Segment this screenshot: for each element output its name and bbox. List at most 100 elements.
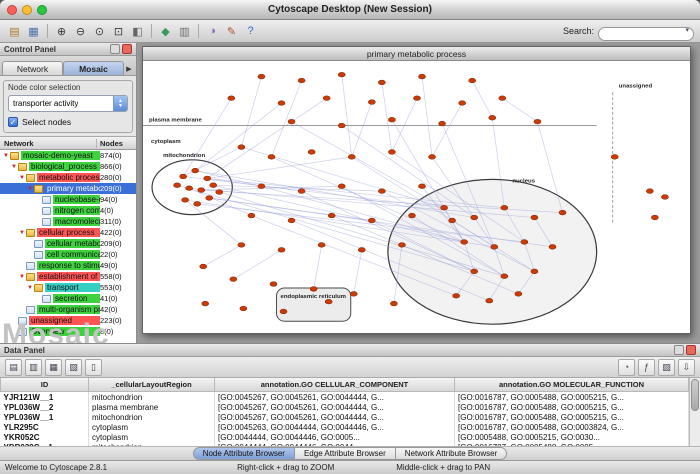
unselect-attributes-icon[interactable]: ▥ (25, 359, 42, 376)
graph-edge[interactable] (271, 81, 301, 157)
zoom-fit-icon[interactable]: ⊡ (110, 23, 127, 40)
graph-edge[interactable] (502, 98, 537, 121)
graph-node[interactable] (240, 306, 247, 311)
graph-node[interactable] (248, 213, 255, 218)
float-panel-icon[interactable] (110, 44, 120, 54)
expander-open-icon[interactable]: ▼ (10, 164, 18, 170)
tab-edge-attribute-browser[interactable]: Edge Attribute Browser (295, 447, 396, 460)
graph-node[interactable] (338, 123, 345, 128)
save-session-icon[interactable]: ▦ (25, 23, 42, 40)
graph-node[interactable] (534, 119, 541, 124)
graph-node[interactable] (280, 309, 287, 314)
graph-node[interactable] (398, 243, 405, 248)
import-network-icon[interactable]: ▥ (176, 23, 193, 40)
network-view-window[interactable]: primary metabolic process plasma membran… (142, 46, 691, 334)
graph-node[interactable] (230, 277, 237, 282)
graph-edge[interactable] (342, 75, 352, 157)
table-column-header[interactable]: ID (1, 378, 89, 392)
graph-node[interactable] (298, 78, 305, 83)
table-scrollbar[interactable] (689, 378, 700, 446)
graph-node[interactable] (200, 264, 207, 269)
graph-node[interactable] (278, 101, 285, 106)
graph-node[interactable] (489, 115, 496, 120)
graph-node[interactable] (186, 186, 193, 191)
graph-edge[interactable] (314, 245, 322, 289)
graph-edge[interactable] (472, 81, 492, 118)
tree-row[interactable]: macromolecule ...311(0) (0, 216, 136, 227)
graph-node[interactable] (308, 150, 315, 155)
table-row[interactable]: YKR052Ccytoplasm[GO:0044444, GO:0044446,… (1, 432, 689, 442)
graph-edge[interactable] (422, 77, 432, 157)
graph-node[interactable] (419, 184, 426, 189)
graph-node[interactable] (646, 189, 653, 194)
trash-icon[interactable]: ▯ (85, 359, 102, 376)
tab-mosaic[interactable]: Mosaic (63, 61, 124, 75)
table-column-header[interactable]: annotation.GO CELLULAR_COMPONENT (215, 378, 455, 392)
graph-node[interactable] (228, 96, 235, 101)
tree-row[interactable]: nitrogen compou...4(0) (0, 205, 136, 216)
graph-node[interactable] (328, 213, 335, 218)
expander-open-icon[interactable]: ▼ (26, 285, 34, 291)
tab-node-attribute-browser[interactable]: Node Attribute Browser (193, 447, 295, 460)
graph-node[interactable] (288, 119, 295, 124)
graph-node[interactable] (323, 96, 330, 101)
tree-row[interactable]: response to stimu...49(0) (0, 260, 136, 271)
vizmapper-icon[interactable]: ◑ (204, 23, 221, 40)
expander-open-icon[interactable]: ▼ (18, 175, 26, 181)
expander-open-icon[interactable]: ▼ (2, 153, 10, 159)
graph-node[interactable] (350, 292, 357, 297)
graph-node[interactable] (338, 72, 345, 77)
graph-edge[interactable] (233, 250, 281, 279)
tab-network[interactable]: Network (2, 61, 63, 75)
tree-column-network[interactable]: Network (0, 139, 97, 148)
graph-node[interactable] (368, 218, 375, 223)
select-attributes-icon[interactable]: ▤ (5, 359, 22, 376)
graph-node[interactable] (661, 195, 668, 200)
graph-node[interactable] (449, 218, 456, 223)
graph-node[interactable] (318, 243, 325, 248)
graph-node[interactable] (310, 287, 317, 292)
graph-node[interactable] (549, 245, 556, 250)
close-data-panel-icon[interactable] (686, 345, 696, 355)
graph-node[interactable] (453, 293, 460, 298)
graph-node[interactable] (461, 240, 468, 245)
graph-node[interactable] (198, 188, 205, 193)
graph-edge[interactable] (352, 102, 372, 157)
graph-node[interactable] (180, 174, 187, 179)
graph-node[interactable] (388, 117, 395, 122)
tab-scroll-right-icon[interactable]: ▶ (124, 65, 134, 75)
graph-node[interactable] (378, 189, 385, 194)
tree-row[interactable]: ▼biological_process866(0) (0, 161, 136, 172)
graph-node[interactable] (325, 299, 332, 304)
table-row[interactable]: YPL036W__2plasma membrane[GO:0045267, GO… (1, 402, 689, 412)
pie-chart-icon[interactable]: ◔ (618, 359, 635, 376)
graph-node[interactable] (441, 205, 448, 210)
graph-node[interactable] (216, 190, 223, 195)
graph-node[interactable] (499, 96, 506, 101)
graph-edge[interactable] (292, 122, 445, 208)
graph-node[interactable] (471, 269, 478, 274)
graph-node[interactable] (429, 155, 436, 160)
search-input[interactable] (598, 27, 694, 41)
tree-row[interactable]: ▼primary metabolic ...209(0) (0, 183, 136, 194)
zoom-window-icon[interactable] (37, 5, 47, 15)
graph-node[interactable] (486, 298, 493, 303)
expander-open-icon[interactable]: ▼ (18, 230, 26, 236)
tab-network-attribute-browser[interactable]: Network Attribute Browser (396, 447, 507, 460)
graph-node[interactable] (439, 121, 446, 126)
graph-node[interactable] (501, 205, 508, 210)
graph-node[interactable] (202, 301, 209, 306)
graph-node[interactable] (192, 168, 199, 173)
graph-node[interactable] (204, 176, 211, 181)
graph-node[interactable] (531, 215, 538, 220)
import-table-icon[interactable]: ⇩ (678, 359, 695, 376)
tree-row[interactable]: ▼mosaic-demo-yeast874(0) (0, 150, 136, 161)
graph-node[interactable] (521, 240, 528, 245)
float-data-panel-icon[interactable] (674, 345, 684, 355)
graph-node[interactable] (515, 292, 522, 297)
graph-node[interactable] (388, 150, 395, 155)
graph-node[interactable] (348, 155, 355, 160)
graph-node[interactable] (210, 183, 217, 188)
graph-node[interactable] (358, 247, 365, 252)
zoom-in-icon[interactable]: ⊕ (53, 23, 70, 40)
